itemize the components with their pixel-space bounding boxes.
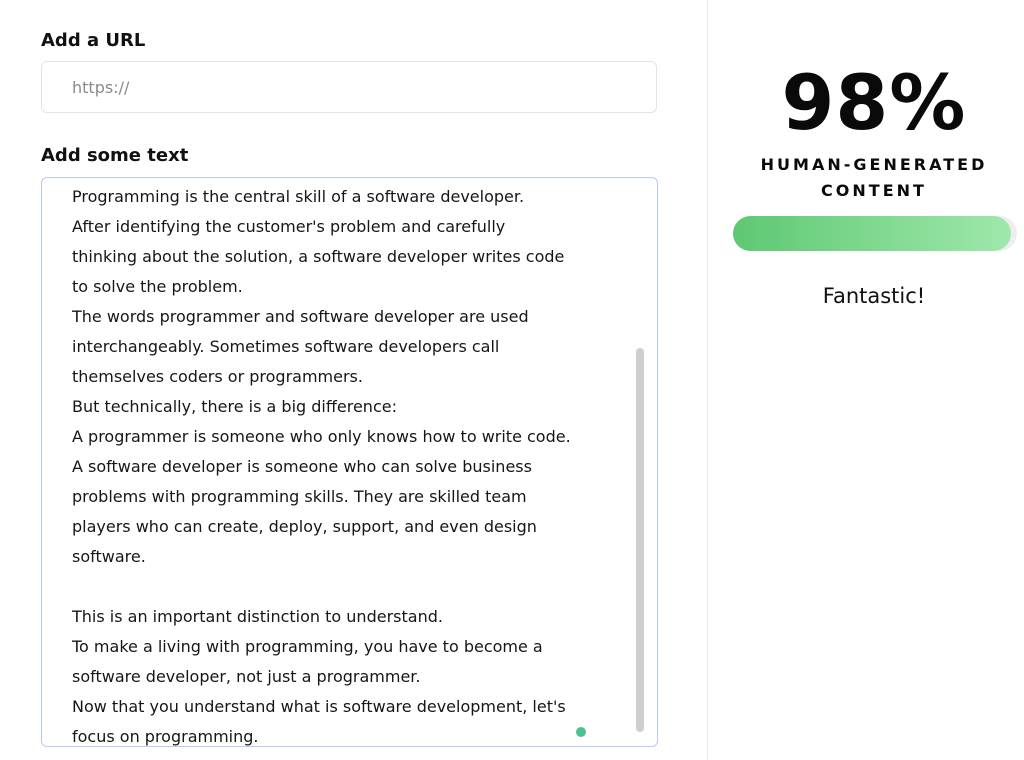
url-label: Add a URL [41, 30, 146, 51]
text-label: Add some text [41, 145, 189, 166]
text-line: software. [72, 547, 146, 566]
score-progress-fill [733, 216, 1012, 251]
score-progress-bar [733, 216, 1017, 251]
text-line: focus on programming. [72, 727, 259, 746]
text-line: themselves coders or programmers. [72, 367, 363, 386]
text-line: problems with programming skills. They a… [72, 487, 527, 506]
score-caption: HUMAN-GENERATED CONTENT [708, 152, 1024, 204]
scrollbar[interactable] [636, 348, 644, 732]
text-line: The words programmer and software develo… [72, 307, 529, 326]
text-line: Now that you understand what is software… [72, 697, 566, 716]
score-caption-line2: CONTENT [821, 181, 927, 200]
text-line: A programmer is someone who only knows h… [72, 427, 571, 446]
text-line: But technically, there is a big differen… [72, 397, 397, 416]
result-panel: 98% HUMAN-GENERATED CONTENT Fantastic! [708, 0, 1024, 760]
text-line: Programming is the central skill of a so… [72, 187, 525, 206]
scrollbar-thumb[interactable] [636, 348, 644, 732]
text-line: software developer, not just a programme… [72, 667, 421, 686]
detector-page: Add a URL Add some text Programming is t… [0, 0, 1024, 760]
text-line: This is an important distinction to unde… [72, 607, 443, 626]
text-line: A software developer is someone who can … [72, 457, 532, 476]
url-input[interactable] [41, 61, 657, 113]
text-line [72, 572, 602, 602]
text-content: Programming is the central skill of a so… [72, 182, 602, 746]
text-line: to solve the problem. [72, 277, 243, 296]
status-dot-icon [576, 727, 586, 737]
score-caption-line1: HUMAN-GENERATED [760, 155, 988, 174]
verdict-text: Fantastic! [822, 284, 926, 308]
text-line: thinking about the solution, a software … [72, 247, 565, 266]
text-area[interactable]: Programming is the central skill of a so… [41, 177, 658, 747]
input-panel: Add a URL Add some text Programming is t… [0, 0, 707, 760]
text-line: After identifying the customer's problem… [72, 217, 506, 236]
score-value: 98% [781, 58, 967, 147]
text-line: players who can create, deploy, support,… [72, 517, 537, 536]
text-line: interchangeably. Sometimes software deve… [72, 337, 500, 356]
text-line: To make a living with programming, you h… [72, 637, 543, 656]
